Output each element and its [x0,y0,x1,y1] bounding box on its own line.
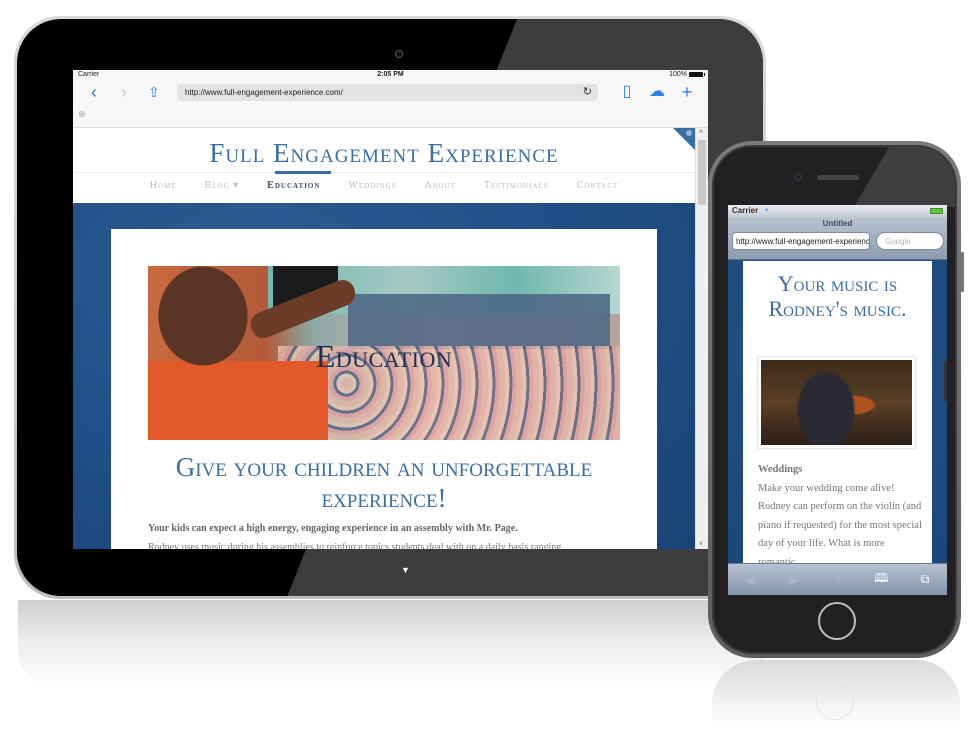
iphone-camera [794,173,802,181]
iphone-device: Carrier ◔ Untitled http://www.full-engag… [708,141,961,658]
battery-percent: 100% [669,71,687,78]
nav-weddings[interactable]: Weddings [348,180,396,191]
violin-photo [758,357,915,448]
clock: 2:05 PM [377,71,404,78]
ipad-device: ▼ Carrier 2:05 PM 100% ‹ › ⇪ http://www.… [14,16,766,599]
lead-paragraph: Your kids can expect a high energy, enga… [148,523,518,534]
home-button[interactable] [818,602,856,640]
back-icon[interactable]: ◀ [735,573,765,587]
scroll-down-icon[interactable]: ˅ [699,541,703,548]
content-card: Your music is Rodney's music. Weddings M… [743,261,932,571]
site-nav: Home Blog ▾ Education Weddings About Tes… [73,180,695,191]
site-header: Full Engagement Experience Home Blog ▾ E… [73,128,695,203]
scroll-thumb[interactable] [698,140,706,205]
back-icon[interactable]: ‹ [79,81,109,103]
ipad-reflection [18,600,766,690]
site-title[interactable]: Full Engagement Experience [73,138,695,169]
nav-home[interactable]: Home [150,180,177,191]
wifi-icon: ◔ [763,205,769,215]
hero-title: Education [315,338,453,374]
body-text: Weddings Make your wedding come alive! R… [758,461,923,572]
iphone-speaker [817,175,859,180]
ipad-status-bar: Carrier 2:05 PM 100% [73,70,708,81]
iphone-webpage: Your music is Rodney's music. Weddings M… [728,261,947,571]
forward-icon[interactable]: ▶ [779,573,809,587]
share-icon[interactable]: ⇗ [822,573,852,587]
address-bar[interactable]: http://www.full-engagement-experience.co… [732,232,870,250]
nav-blog[interactable]: Blog ▾ [205,180,240,191]
new-tab-icon[interactable]: + [672,81,702,103]
ipad-camera [395,50,403,58]
battery-indicator: 100% [669,71,705,78]
pages-icon[interactable]: ⧉ [910,572,940,587]
battery-icon [930,208,943,214]
page-scrollbar[interactable]: ˄ ˅ [695,128,708,549]
nav-testimonials[interactable]: Testimonials [484,180,549,191]
forward-icon[interactable]: › [109,81,139,103]
body-paragraph: Make your wedding come alive! Rodney can… [758,482,922,568]
subheading: Weddings [758,464,803,475]
scroll-up-icon[interactable]: ˄ [699,129,703,136]
battery-icon [689,72,705,77]
iphone-safari-nav: Untitled http://www.full-engagement-expe… [728,217,947,260]
gear-icon[interactable] [686,130,692,136]
ipad-screen: Carrier 2:05 PM 100% ‹ › ⇪ http://www.fu… [73,70,708,549]
bookmarks-icon[interactable]: ▯ [612,81,642,103]
url-text: http://www.full-engagement-experience.co… [185,87,343,97]
tab-bar: ⊗ [73,103,708,128]
iphone-screen: Carrier ◔ Untitled http://www.full-engag… [728,205,947,595]
hero-image: Education [148,266,620,440]
content-card: Education Give your children an unforget… [111,229,657,549]
share-icon[interactable]: ⇪ [139,81,169,103]
nav-about[interactable]: About [425,180,456,191]
safari-toolbar: ‹ › ⇪ http://www.full-engagement-experie… [73,81,708,103]
body-text: Your kids can expect a high energy, enga… [148,519,628,549]
carrier-label: Carrier [732,206,759,215]
page-heading: Your music is Rodney's music. [768,271,907,321]
scroll-indicator [944,361,947,401]
page-heading: Give your children an unforgettable expe… [175,452,593,513]
address-bar[interactable]: http://www.full-engagement-experience.co… [177,83,598,101]
header-divider [73,172,695,173]
iphone-side-button [961,252,964,292]
close-tab-icon[interactable]: ⊗ [78,109,86,120]
body-paragraph: Rodney uses music during his assemblies … [148,542,562,549]
nav-contact[interactable]: Contact [577,180,619,191]
nav-education[interactable]: Education [267,180,320,191]
iphone-reflection [712,660,960,730]
icloud-tabs-icon[interactable]: ☁ [642,81,672,103]
webpage: Full Engagement Experience Home Blog ▾ E… [73,128,695,549]
reload-icon[interactable]: ↻ [583,85,592,98]
title-underline [275,171,331,174]
iphone-status-bar: Carrier ◔ [728,205,947,217]
home-arrow-icon: ▼ [401,565,410,575]
page-title: Untitled [822,219,853,228]
iphone-bottom-toolbar: ◀ ▶ ⇗ 🕮 ⧉ [728,563,947,595]
bookmarks-icon[interactable]: 🕮 [866,569,896,590]
search-field[interactable]: Google [876,232,944,250]
